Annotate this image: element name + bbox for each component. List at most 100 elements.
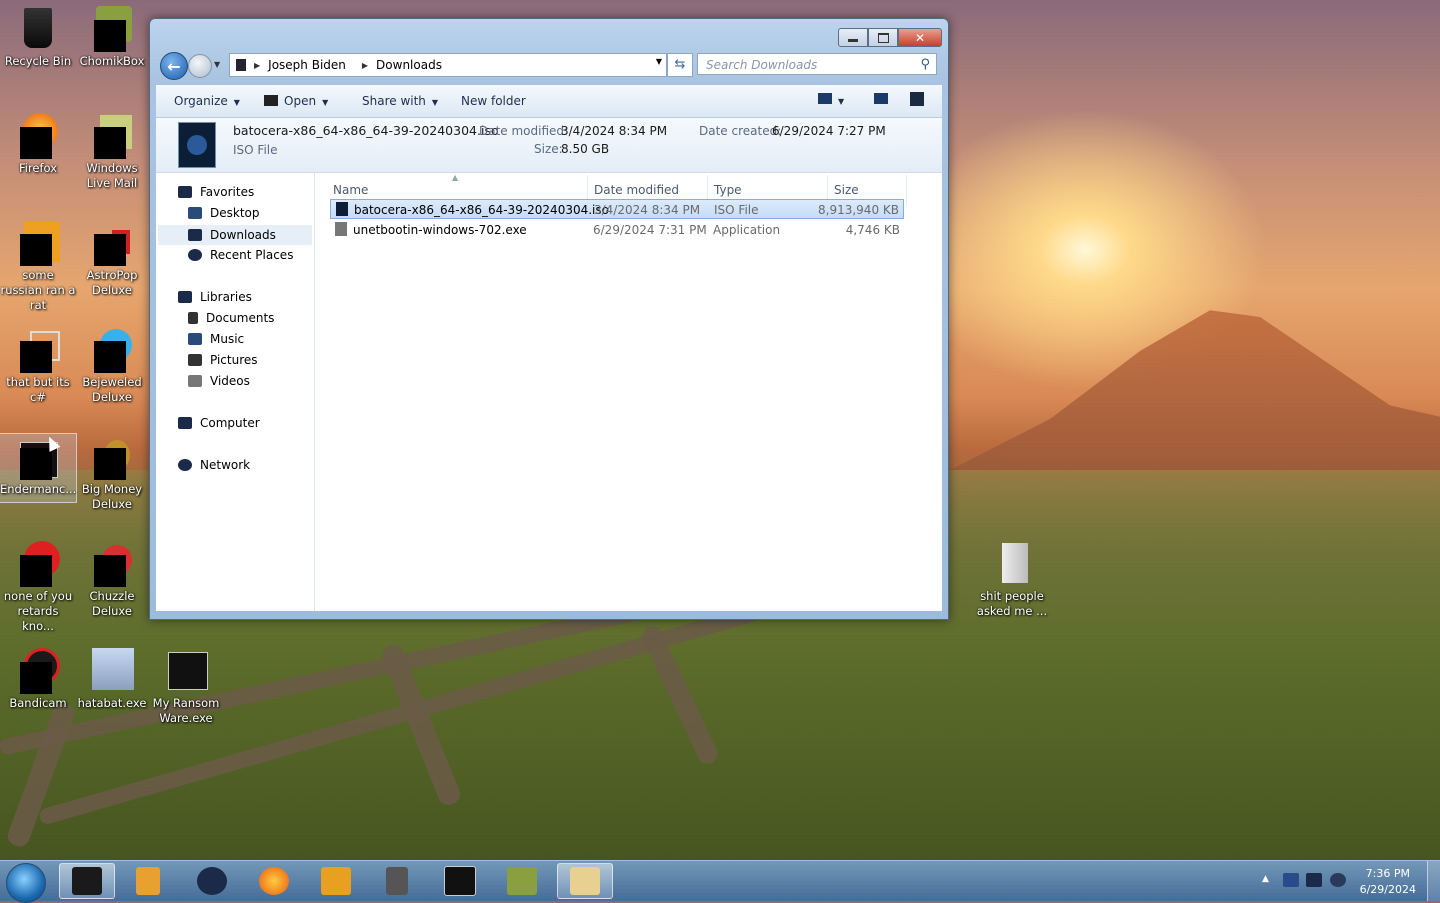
desktop-icon-label: Big Money Deluxe: [81, 482, 143, 511]
taskbar-app-internet-explorer[interactable]: [184, 863, 240, 899]
desktop-icon-hatabat[interactable]: hatabat.exe: [74, 648, 150, 711]
breadcrumb-arrow-icon[interactable]: ▶: [362, 61, 368, 70]
desktop-icon-label: Bejeweled Deluxe: [82, 375, 142, 404]
desktop-icon-label: none of you retards kno...: [3, 589, 73, 633]
nav-computer[interactable]: Computer: [178, 416, 260, 430]
recycle-bin-icon: [16, 6, 60, 50]
network-icon[interactable]: [1306, 873, 1322, 887]
nav-videos[interactable]: Videos: [188, 374, 250, 388]
desktop-icon-bandicam[interactable]: Bandicam: [0, 648, 76, 711]
refresh-button[interactable]: ⇆: [667, 53, 693, 77]
table-row[interactable]: unetbootin-windows-702.exe 6/29/2024 7:3…: [330, 220, 904, 240]
nav-pictures[interactable]: Pictures: [188, 353, 258, 367]
file-type: ISO File: [714, 203, 759, 217]
search-input[interactable]: Search Downloads ⚲: [697, 53, 937, 75]
navigation-pane: Favorites Desktop Downloads Recent Place…: [156, 173, 315, 611]
chevron-down-icon: ▼: [431, 98, 439, 107]
nav-label: Favorites: [200, 185, 255, 199]
desktop-icon-none-of-you[interactable]: none of you retards kno...: [0, 541, 76, 634]
desktop-icon-label: Firefox: [18, 161, 58, 175]
desktop-icon-endermanch[interactable]: Endermanc...: [0, 433, 77, 503]
organize-button[interactable]: Organize ▼: [174, 94, 240, 108]
desktop-icon-some-russian-ran-a-rat[interactable]: some russian ran a rat: [0, 220, 76, 313]
close-button[interactable]: ✕: [898, 28, 942, 47]
desktop-icon-label: My Ransom Ware.exe: [152, 696, 220, 725]
desktop-icon-astropop[interactable]: AstroPop Deluxe: [74, 220, 150, 298]
desktop-icon-label: Endermanc...: [0, 482, 77, 496]
forward-button[interactable]: [188, 54, 212, 78]
computer-icon: [178, 417, 192, 429]
taskbar-app-media-player[interactable]: [120, 863, 176, 899]
file-type: Application: [713, 223, 781, 237]
file-size: 4,746 KB: [845, 223, 900, 237]
help-icon: [910, 92, 924, 106]
globe-icon: [197, 867, 227, 895]
media-player-icon: [136, 867, 160, 895]
desktop-icon-firefox[interactable]: Firefox: [0, 113, 76, 176]
column-divider[interactable]: [906, 175, 907, 205]
desktop-icon-label: Bandicam: [9, 696, 67, 710]
desktop-icon-chomikbox[interactable]: ChomikBox: [74, 6, 150, 69]
open-button[interactable]: Open ▼: [264, 94, 328, 108]
volume-icon[interactable]: [1330, 873, 1346, 887]
file-size: 8,913,940 KB: [818, 203, 899, 217]
explorer-content: Organize ▼ Open ▼ Share with ▼ New folder ▼…: [156, 85, 942, 611]
breadcrumb-item[interactable]: Downloads: [376, 58, 442, 72]
search-icon[interactable]: ⚲: [920, 54, 930, 76]
share-with-label: Share with: [362, 94, 426, 108]
nav-network[interactable]: Network: [178, 458, 250, 472]
preview-pane-button[interactable]: [874, 93, 888, 107]
nav-desktop[interactable]: Desktop: [188, 206, 260, 220]
taskbar-app-explorer[interactable]: [557, 863, 613, 899]
column-header-date-modified[interactable]: Date modified: [594, 183, 679, 197]
desktop-icon-windows-live-mail[interactable]: Windows Live Mail: [74, 113, 150, 191]
breadcrumb-arrow-icon[interactable]: ▶: [254, 61, 260, 70]
address-bar[interactable]: ▶ Joseph Biden ▶ Downloads ▼: [229, 53, 667, 77]
nav-favorites[interactable]: Favorites: [178, 185, 254, 199]
desktop-icon-recycle-bin[interactable]: Recycle Bin: [0, 6, 76, 69]
breadcrumb-item[interactable]: Joseph Biden: [268, 58, 346, 72]
recent-pages-dropdown[interactable]: ▼: [214, 60, 220, 69]
firefox-icon: [16, 113, 60, 159]
show-hidden-icons-button[interactable]: ▲: [1262, 874, 1269, 884]
share-with-button[interactable]: Share with ▼: [362, 94, 438, 108]
show-desktop-button[interactable]: [1427, 861, 1440, 901]
back-button[interactable]: ←: [160, 52, 188, 80]
taskbar-app-disc[interactable]: [59, 863, 115, 899]
desktop-icon-label: hatabat.exe: [77, 696, 147, 710]
close-icon: ✕: [914, 30, 926, 45]
desktop-icon-chuzzle[interactable]: Chuzzle Deluxe: [74, 541, 150, 619]
taskbar-app-deluxe[interactable]: [308, 863, 364, 899]
desktop-icon-shit-people-asked-me[interactable]: shit people asked me ...: [974, 541, 1050, 619]
desktop-icon-my-ransom-ware[interactable]: My Ransom Ware.exe: [148, 648, 224, 726]
maximize-button[interactable]: [868, 28, 898, 47]
nav-libraries[interactable]: Libraries: [178, 290, 252, 304]
column-header-size[interactable]: Size: [834, 183, 859, 197]
new-folder-button[interactable]: New folder: [461, 94, 526, 108]
minimize-button[interactable]: [838, 28, 868, 47]
change-view-button[interactable]: ▼: [818, 93, 844, 107]
nav-recent-places[interactable]: Recent Places: [188, 248, 293, 262]
desktop-icon-that-but-its-csharp[interactable]: that but its c#: [0, 327, 76, 405]
taskbar-app-firefox[interactable]: [246, 863, 302, 899]
start-button[interactable]: [6, 863, 46, 903]
system-clock[interactable]: 7:36 PM 6/29/2024: [1360, 866, 1416, 898]
help-button[interactable]: [910, 92, 924, 109]
nav-downloads[interactable]: Downloads: [158, 225, 312, 245]
desktop-icon-bejeweled[interactable]: Bejeweled Deluxe: [74, 327, 150, 405]
table-row[interactable]: batocera-x86_64-x86_64-39-20240304.iso 3…: [330, 199, 904, 219]
taskbar-app-console[interactable]: [432, 863, 488, 899]
nav-documents[interactable]: Documents: [188, 311, 274, 325]
iso-file-icon: [336, 202, 348, 216]
sort-ascending-icon: ▲: [452, 173, 459, 182]
column-header-type[interactable]: Type: [714, 183, 742, 197]
column-header-name[interactable]: Name: [333, 183, 368, 197]
action-center-icon[interactable]: [1283, 873, 1299, 887]
address-dropdown-icon[interactable]: ▼: [656, 57, 662, 66]
nav-music[interactable]: Music: [188, 332, 244, 346]
desktop-icon-big-money[interactable]: Big Money Deluxe: [74, 434, 150, 512]
music-icon: [188, 333, 202, 345]
taskbar-app-windows-stack[interactable]: [369, 863, 425, 899]
taskbar-app-chomikbox[interactable]: [494, 863, 550, 899]
search-placeholder: Search Downloads: [706, 58, 818, 72]
